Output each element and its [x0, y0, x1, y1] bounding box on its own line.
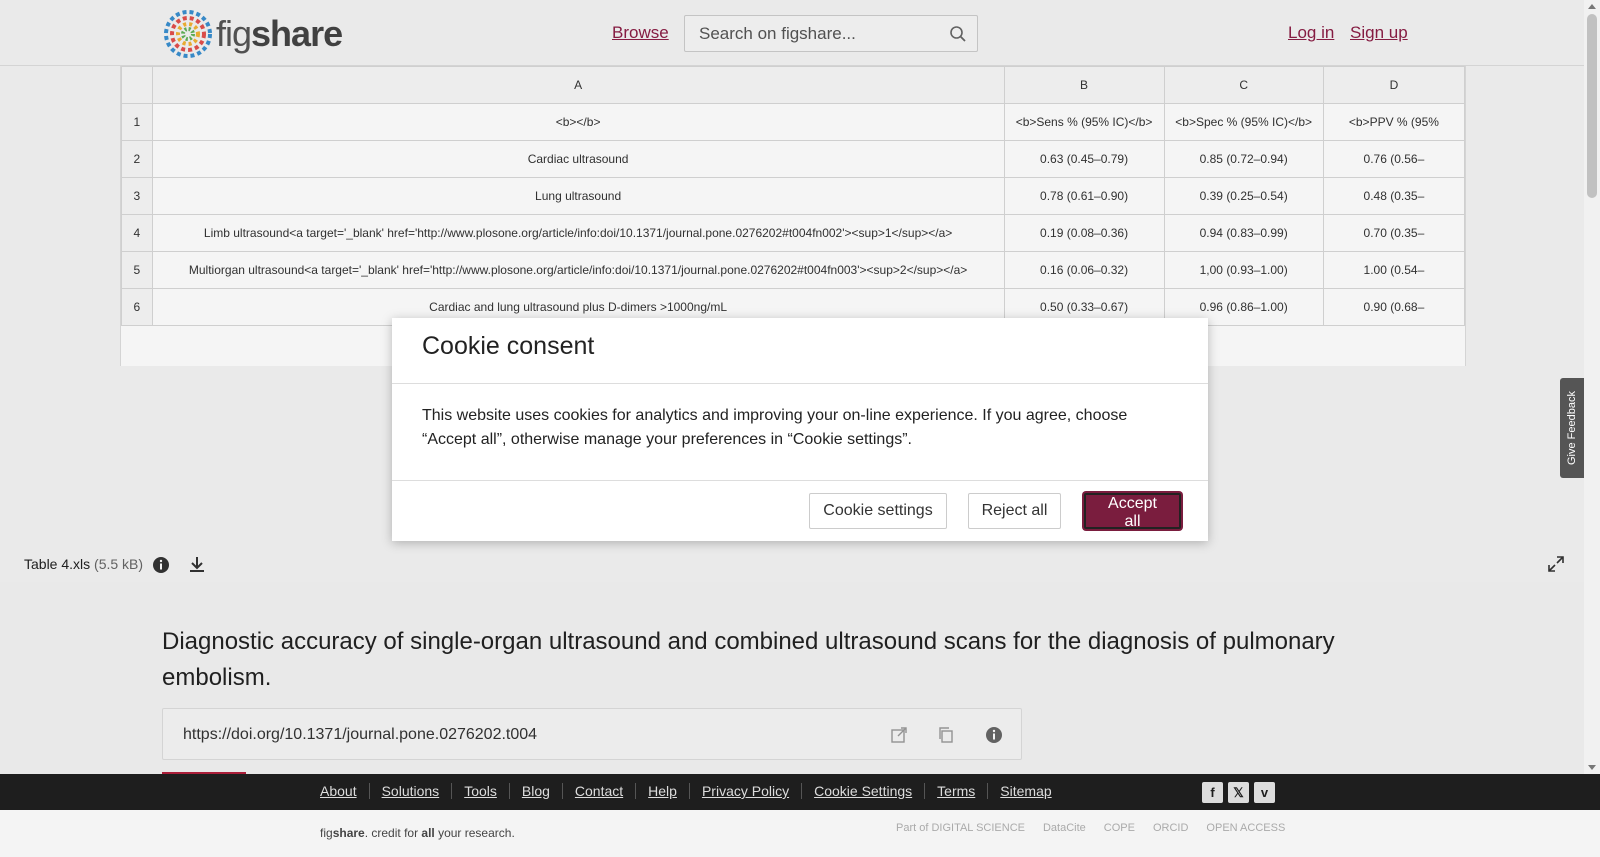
give-feedback-tab[interactable]: Give Feedback	[1560, 378, 1584, 478]
row-number: 4	[121, 214, 153, 252]
cell-c[interactable]: <b>Spec % (95% IC)</b>	[1163, 103, 1324, 141]
browse-link[interactable]: Browse	[612, 23, 669, 43]
accept-all-button[interactable]: Accept all	[1084, 493, 1181, 530]
copy-icon[interactable]	[937, 726, 955, 744]
column-header-b[interactable]: B	[1003, 66, 1165, 104]
cell-b[interactable]: 0.19 (0.08–0.36)	[1003, 214, 1165, 252]
fullscreen-icon[interactable]	[1548, 556, 1564, 572]
figshare-logo-icon	[164, 10, 212, 58]
partner-logos: Part of DIGITAL SCIENCE DataCite COPE OR…	[896, 822, 1285, 834]
table-row: 2 Cardiac ultrasound 0.63 (0.45–0.79) 0.…	[121, 140, 1465, 178]
footer-link-cookie-settings[interactable]: Cookie Settings	[802, 783, 926, 799]
column-header-a[interactable]: A	[151, 66, 1005, 104]
corner-cell	[121, 66, 153, 104]
cookie-consent-dialog: Cookie consent This website uses cookies…	[392, 318, 1208, 541]
column-header-c[interactable]: C	[1163, 66, 1324, 104]
cell-d[interactable]: 0.70 (0.35–	[1322, 214, 1465, 252]
external-link-icon[interactable]	[890, 726, 908, 744]
footer-link-sitemap[interactable]: Sitemap	[988, 783, 1063, 799]
row-number: 3	[121, 177, 153, 215]
download-icon[interactable]	[188, 555, 206, 573]
info-icon[interactable]	[985, 726, 1003, 744]
footer-link-blog[interactable]: Blog	[510, 783, 563, 799]
doi-link[interactable]: https://doi.org/10.1371/journal.pone.027…	[183, 726, 537, 744]
vimeo-icon[interactable]: v	[1254, 782, 1275, 803]
search-box[interactable]	[684, 15, 978, 52]
footer-nav: About Solutions Tools Blog Contact Help …	[0, 774, 1600, 810]
footer-links: About Solutions Tools Blog Contact Help …	[320, 783, 1064, 799]
orcid-logo[interactable]: ORCID	[1153, 822, 1188, 834]
x-icon[interactable]: 𝕏	[1228, 782, 1249, 803]
cell-b[interactable]: 0.63 (0.45–0.79)	[1003, 140, 1165, 178]
table-row: 1 <b></b> <b>Sens % (95% IC)</b> <b>Spec…	[121, 103, 1465, 141]
cell-a[interactable]: <b></b>	[151, 103, 1005, 141]
info-icon[interactable]	[152, 556, 170, 574]
cell-d[interactable]: 0.48 (0.35–	[1322, 177, 1465, 215]
table-row: 3 Lung ultrasound 0.78 (0.61–0.90) 0.39 …	[121, 177, 1465, 215]
scroll-up-icon[interactable]	[1588, 4, 1596, 9]
search-icon[interactable]	[949, 25, 967, 43]
footer-bottom: figshare. credit for all your research. …	[0, 810, 1600, 857]
footer-link-help[interactable]: Help	[636, 783, 690, 799]
cell-b[interactable]: 0.16 (0.06–0.32)	[1003, 251, 1165, 289]
logo-text: figshare	[216, 13, 343, 54]
footer-link-tools[interactable]: Tools	[452, 783, 510, 799]
figshare-logo[interactable]: figshare	[162, 8, 343, 60]
dialog-footer: Cookie settings Reject all Accept all	[392, 481, 1208, 541]
footer-link-terms[interactable]: Terms	[925, 783, 989, 799]
dialog-title: Cookie consent	[422, 332, 595, 360]
file-size: (5.5 kB)	[94, 556, 144, 572]
cell-b[interactable]: <b>Sens % (95% IC)</b>	[1003, 103, 1165, 141]
doi-box: https://doi.org/10.1371/journal.pone.027…	[162, 708, 1022, 760]
digital-science-logo[interactable]: Part of DIGITAL SCIENCE	[896, 822, 1025, 834]
page-title: Diagnostic accuracy of single-organ ultr…	[162, 628, 1335, 691]
social-links: f 𝕏 v	[1202, 782, 1275, 803]
signup-link[interactable]: Sign up	[1350, 23, 1408, 43]
spreadsheet-grid: A B C D 1 <b></b> <b>Sens % (95% IC)</b>…	[121, 66, 1465, 326]
row-number: 5	[121, 251, 153, 289]
footer-link-privacy[interactable]: Privacy Policy	[690, 783, 803, 799]
cell-a[interactable]: Multiorgan ultrasound<a target='_blank' …	[151, 251, 1005, 289]
cell-d[interactable]: 0.90 (0.68–	[1322, 288, 1465, 326]
dialog-body: This website uses cookies for analytics …	[392, 384, 1208, 481]
cell-d[interactable]: 0.76 (0.56–	[1322, 140, 1465, 178]
datacite-logo[interactable]: DataCite	[1043, 822, 1086, 834]
open-access-logo[interactable]: OPEN ACCESS	[1206, 822, 1285, 834]
table-row: 5 Multiorgan ultrasound<a target='_blank…	[121, 251, 1465, 289]
cell-c[interactable]: 1,00 (0.93–1.00)	[1163, 251, 1324, 289]
reject-all-button[interactable]: Reject all	[968, 493, 1061, 529]
login-link[interactable]: Log in	[1288, 23, 1334, 43]
dialog-header: Cookie consent	[392, 318, 1208, 384]
footer-tagline: figshare. credit for all your research.	[320, 826, 515, 840]
cope-logo[interactable]: COPE	[1104, 822, 1135, 834]
site-header: figshare Browse Log in Sign up	[0, 0, 1584, 66]
row-number: 1	[121, 103, 153, 141]
cell-a[interactable]: Limb ultrasound<a target='_blank' href='…	[151, 214, 1005, 252]
footer-link-about[interactable]: About	[320, 783, 370, 799]
scrollbar-thumb[interactable]	[1587, 14, 1597, 198]
page-scrollbar[interactable]	[1584, 0, 1600, 774]
file-bar: Table 4.xls (5.5 kB)	[0, 546, 1584, 582]
facebook-icon[interactable]: f	[1202, 782, 1223, 803]
cookie-settings-button[interactable]: Cookie settings	[809, 493, 947, 529]
cell-d[interactable]: 1.00 (0.54–	[1322, 251, 1465, 289]
search-input[interactable]	[685, 16, 925, 51]
scroll-down-icon[interactable]	[1588, 765, 1596, 770]
column-header-row: A B C D	[121, 66, 1465, 104]
cell-c[interactable]: 0.94 (0.83–0.99)	[1163, 214, 1324, 252]
row-number: 2	[121, 140, 153, 178]
cell-a[interactable]: Cardiac ultrasound	[151, 140, 1005, 178]
cell-b[interactable]: 0.78 (0.61–0.90)	[1003, 177, 1165, 215]
cell-c[interactable]: 0.85 (0.72–0.94)	[1163, 140, 1324, 178]
footer-link-solutions[interactable]: Solutions	[370, 783, 453, 799]
file-name: Table 4.xls (5.5 kB)	[24, 556, 144, 572]
footer-link-contact[interactable]: Contact	[563, 783, 637, 799]
cell-d[interactable]: <b>PPV % (95%	[1322, 103, 1465, 141]
table-row: 4 Limb ultrasound<a target='_blank' href…	[121, 214, 1465, 252]
row-number: 6	[121, 288, 153, 326]
cell-a[interactable]: Lung ultrasound	[151, 177, 1005, 215]
cell-c[interactable]: 0.39 (0.25–0.54)	[1163, 177, 1324, 215]
column-header-d[interactable]: D	[1322, 66, 1465, 104]
